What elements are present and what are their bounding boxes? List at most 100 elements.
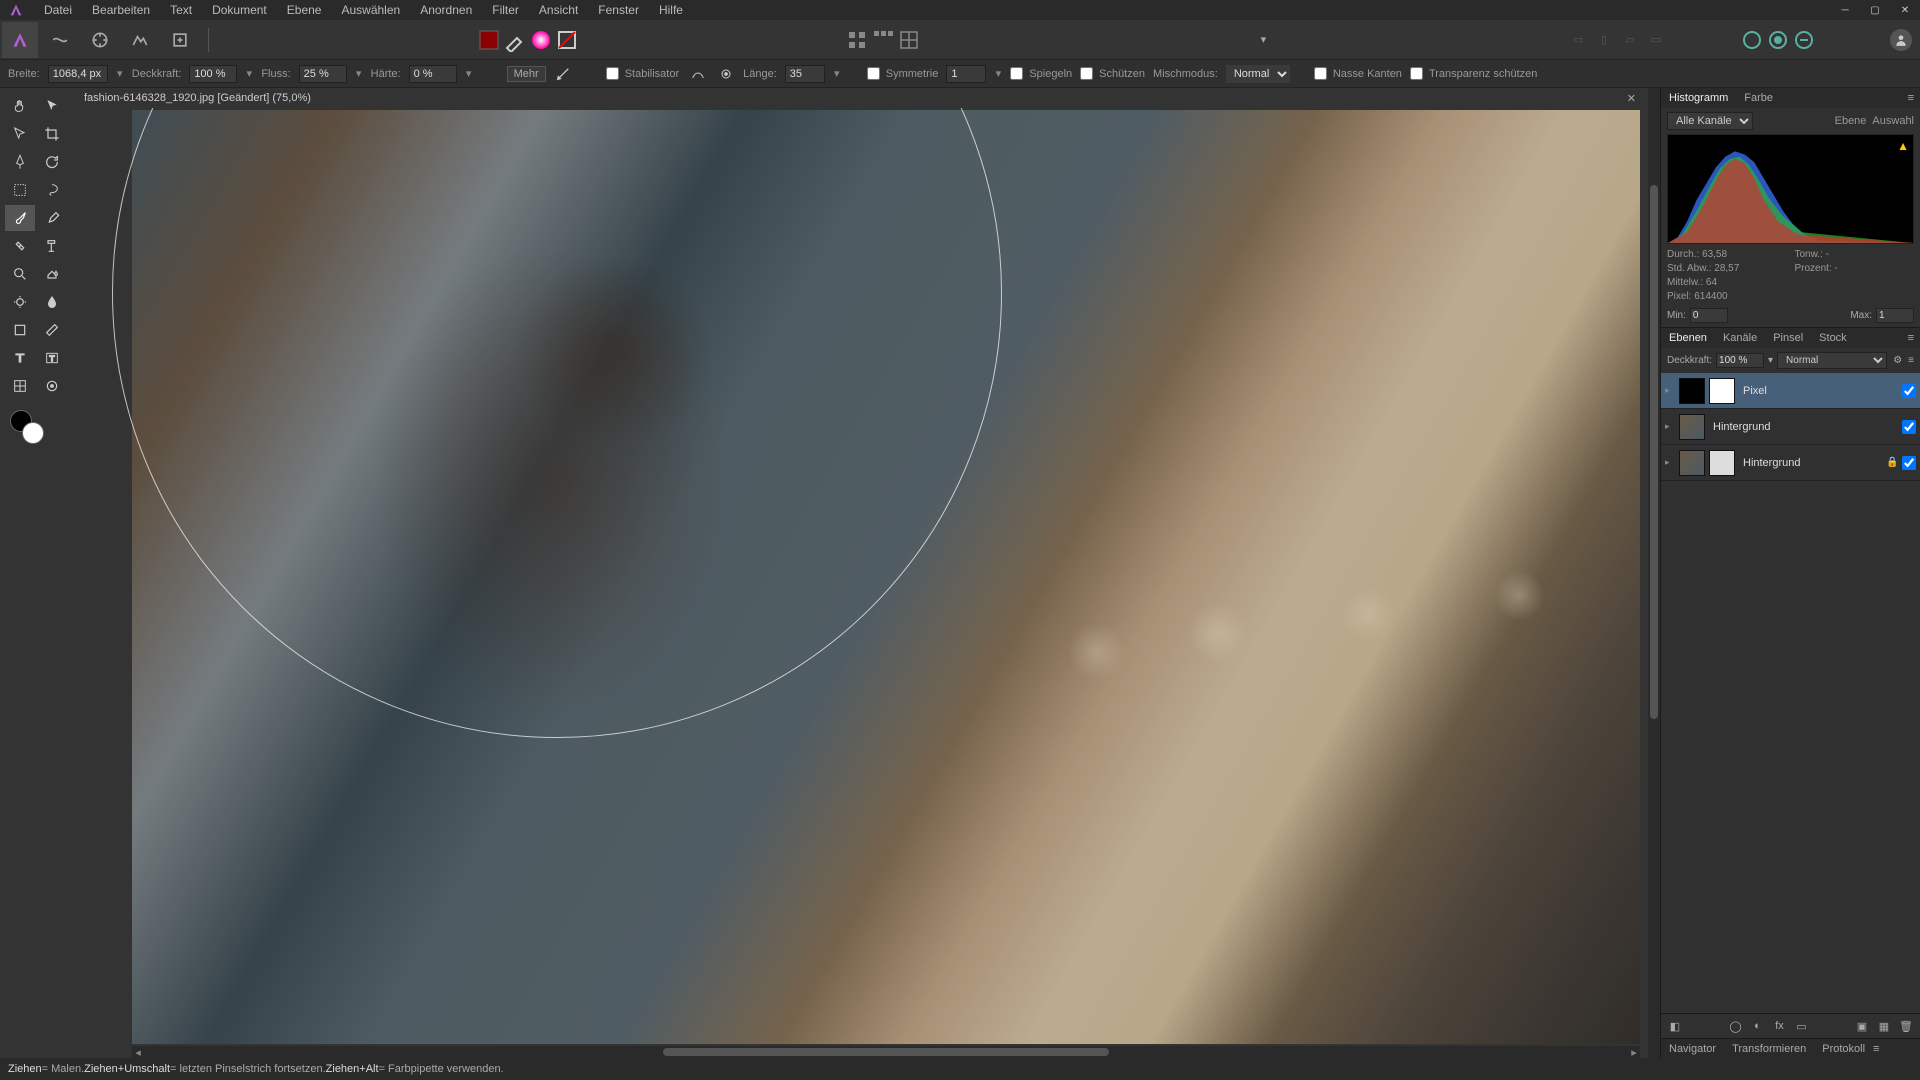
menu-anordnen[interactable]: Anordnen bbox=[410, 0, 482, 20]
layer-deckkraft-input[interactable] bbox=[1716, 353, 1764, 368]
tab-kanaele[interactable]: Kanäle bbox=[1715, 332, 1765, 344]
brush-tool[interactable] bbox=[5, 205, 35, 231]
stabilisator-checkbox[interactable] bbox=[606, 67, 619, 80]
snap-grid-3[interactable] bbox=[897, 28, 921, 52]
haerte-input[interactable] bbox=[409, 65, 457, 83]
layer-expand-icon[interactable]: ▸ bbox=[1665, 421, 1675, 432]
persona-develop[interactable] bbox=[82, 22, 118, 58]
assistant-dropdown[interactable]: ▾ bbox=[1261, 33, 1267, 46]
flood-fill-tool[interactable] bbox=[37, 261, 67, 287]
histogram-ebene-link[interactable]: Ebene bbox=[1835, 115, 1867, 127]
stabilisator-mode-2-icon[interactable] bbox=[715, 63, 737, 85]
mischmodus-select[interactable]: Normal bbox=[1226, 65, 1290, 83]
max-input[interactable] bbox=[1876, 308, 1914, 323]
color-picker-tool[interactable] bbox=[503, 28, 527, 52]
deckkraft-dropdown[interactable]: ▾ bbox=[243, 67, 255, 80]
layer-visibility-checkbox[interactable] bbox=[1902, 456, 1916, 470]
laenge-input[interactable] bbox=[785, 65, 825, 83]
layer-thumb[interactable] bbox=[1679, 378, 1705, 404]
color-none[interactable] bbox=[555, 28, 579, 52]
sync-2[interactable] bbox=[1766, 28, 1790, 52]
stabilisator-mode-1-icon[interactable] bbox=[687, 63, 709, 85]
layer-thumb[interactable] bbox=[1679, 450, 1705, 476]
menu-dokument[interactable]: Dokument bbox=[202, 0, 277, 20]
zoom-tool[interactable] bbox=[5, 261, 35, 287]
healing-tool[interactable] bbox=[5, 233, 35, 259]
arrange-d[interactable]: ▭ bbox=[1644, 28, 1668, 52]
clipping-warning-icon[interactable]: ▲ bbox=[1897, 139, 1909, 153]
pressure-size-icon[interactable] bbox=[552, 63, 574, 85]
text-tool[interactable] bbox=[5, 345, 35, 371]
spiegeln-checkbox[interactable] bbox=[1010, 67, 1023, 80]
sync-1[interactable] bbox=[1740, 28, 1764, 52]
tab-ebenen[interactable]: Ebenen bbox=[1661, 332, 1715, 344]
persona-export[interactable] bbox=[162, 22, 198, 58]
frame-text-tool[interactable] bbox=[37, 345, 67, 371]
layer-row-1[interactable]: ▸ Pixel bbox=[1661, 373, 1920, 409]
layer-name[interactable]: Pixel bbox=[1743, 385, 1898, 397]
min-input[interactable] bbox=[1690, 308, 1728, 323]
marquee-tool[interactable] bbox=[5, 177, 35, 203]
arrange-h[interactable]: ▭ bbox=[1566, 28, 1590, 52]
tab-transformieren[interactable]: Transformieren bbox=[1724, 1043, 1814, 1055]
menu-text[interactable]: Text bbox=[160, 0, 202, 20]
tab-protokoll[interactable]: Protokoll bbox=[1814, 1043, 1873, 1055]
tab-pinsel[interactable]: Pinsel bbox=[1765, 332, 1811, 344]
layer-name[interactable]: Hintergrund bbox=[1743, 457, 1882, 469]
transparenz-checkbox[interactable] bbox=[1410, 67, 1423, 80]
layer-expand-icon[interactable]: ▸ bbox=[1665, 385, 1675, 396]
menu-auswaehlen[interactable]: Auswählen bbox=[331, 0, 410, 20]
minimize-button[interactable]: ─ bbox=[1830, 0, 1860, 20]
close-button[interactable]: ✕ bbox=[1890, 0, 1920, 20]
add-layer-icon[interactable]: ▣ bbox=[1852, 1016, 1872, 1036]
color-wheel[interactable] bbox=[529, 28, 553, 52]
menu-filter[interactable]: Filter bbox=[482, 0, 529, 20]
layer-blend-select[interactable]: Normal bbox=[1777, 352, 1887, 369]
symmetrie-input[interactable] bbox=[946, 65, 986, 83]
arrange-c[interactable]: ▱ bbox=[1618, 28, 1642, 52]
breite-input[interactable] bbox=[48, 65, 108, 83]
move-tool[interactable] bbox=[37, 93, 67, 119]
adjustment-layer-icon[interactable]: ◐ bbox=[1748, 1016, 1768, 1036]
layer-row-2[interactable]: ▸ Hintergrund bbox=[1661, 409, 1920, 445]
histogram-auswahl-link[interactable]: Auswahl bbox=[1872, 115, 1914, 127]
document-tab[interactable]: fashion-6146328_1920.jpg [Geändert] (75,… bbox=[78, 92, 317, 104]
symmetrie-checkbox[interactable] bbox=[867, 67, 880, 80]
color-swatches[interactable] bbox=[4, 408, 68, 448]
histogram-panel-menu[interactable]: ≡ bbox=[1902, 92, 1920, 104]
layer-mask-thumb[interactable] bbox=[1709, 450, 1735, 476]
canvas-viewport[interactable]: ◂ ▸ bbox=[72, 108, 1648, 1058]
lasso-tool[interactable] bbox=[37, 177, 67, 203]
tab-stock[interactable]: Stock bbox=[1811, 332, 1855, 344]
eyedropper-tool[interactable] bbox=[37, 373, 67, 399]
layer-thumb[interactable] bbox=[1679, 414, 1705, 440]
layer-visibility-checkbox[interactable] bbox=[1902, 384, 1916, 398]
fx-layer-icon[interactable]: fx bbox=[1770, 1016, 1790, 1036]
deckkraft-input[interactable] bbox=[189, 65, 237, 83]
menu-bearbeiten[interactable]: Bearbeiten bbox=[82, 0, 160, 20]
layer-visibility-checkbox[interactable] bbox=[1902, 420, 1916, 434]
tab-navigator[interactable]: Navigator bbox=[1661, 1043, 1724, 1055]
maximize-button[interactable]: ▢ bbox=[1860, 0, 1890, 20]
edit-layers-icon[interactable]: ◧ bbox=[1665, 1016, 1685, 1036]
persona-photo[interactable] bbox=[2, 22, 38, 58]
color-fill-swatch[interactable] bbox=[477, 28, 501, 52]
pen-tool[interactable] bbox=[5, 149, 35, 175]
lock-icon[interactable]: 🔒 bbox=[1886, 457, 1898, 468]
menu-hilfe[interactable]: Hilfe bbox=[649, 0, 693, 20]
snap-grid-2[interactable] bbox=[871, 28, 895, 52]
mask-layer-icon[interactable]: ◯ bbox=[1726, 1016, 1746, 1036]
rotate-tool[interactable] bbox=[37, 149, 67, 175]
vertical-scrollbar[interactable] bbox=[1648, 88, 1660, 1058]
background-color[interactable] bbox=[22, 422, 44, 444]
tab-farbe[interactable]: Farbe bbox=[1736, 92, 1781, 104]
crop-tool[interactable] bbox=[37, 121, 67, 147]
layer-name[interactable]: Hintergrund bbox=[1713, 421, 1898, 433]
scroll-right-arrow[interactable]: ▸ bbox=[1628, 1046, 1640, 1059]
node-tool[interactable] bbox=[5, 121, 35, 147]
layer-deckkraft-dropdown[interactable]: ▾ bbox=[1768, 355, 1773, 366]
close-all-tabs[interactable]: ✕ bbox=[1621, 92, 1642, 105]
layer-options-icon[interactable]: ≡ bbox=[1908, 355, 1914, 366]
snap-grid-1[interactable] bbox=[845, 28, 869, 52]
layer-expand-icon[interactable]: ▸ bbox=[1665, 457, 1675, 468]
